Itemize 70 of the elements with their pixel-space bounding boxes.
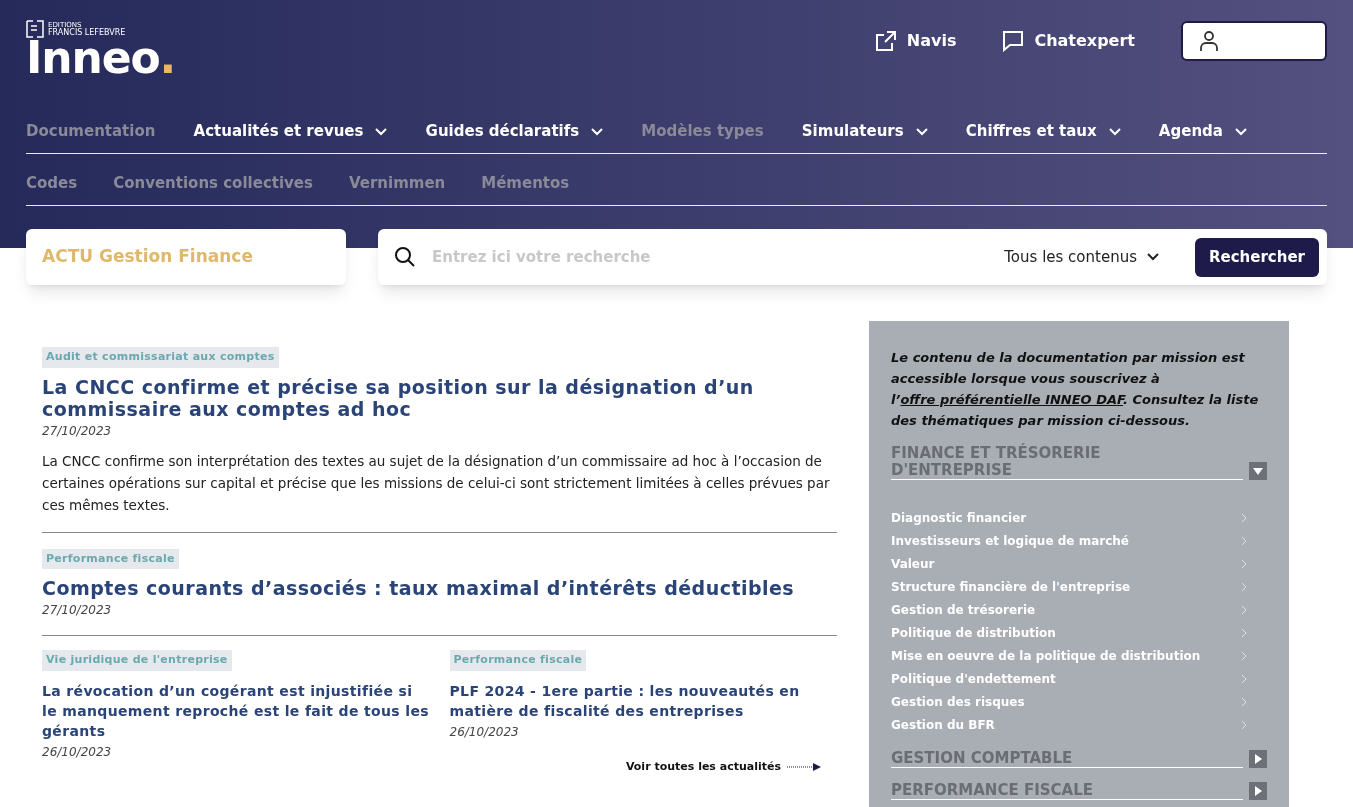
nav-item[interactable]: Simulateurs xyxy=(801,120,928,143)
search-icon xyxy=(394,246,416,268)
chevron-right-icon xyxy=(1241,512,1247,523)
chevron-right-icon xyxy=(1241,650,1247,661)
expand-toggle[interactable] xyxy=(1249,782,1267,800)
top-link[interactable]: Navis xyxy=(874,29,957,53)
offer-link[interactable]: offre préférentielle INNEO DAF xyxy=(900,392,1124,407)
chevron-down-icon xyxy=(591,127,604,136)
chevron-down-icon xyxy=(915,127,928,136)
mission-item[interactable]: Valeur xyxy=(891,552,1267,575)
mission-item[interactable]: Politique de distribution xyxy=(891,621,1267,644)
article-date: 27/10/2023 xyxy=(42,422,113,440)
triangle-right-icon xyxy=(1254,754,1262,764)
chevron-right-icon xyxy=(1241,535,1247,546)
collapse-toggle[interactable] xyxy=(1249,462,1267,480)
article-title[interactable]: Comptes courants d’associés : taux maximal d’intérêts déductibles xyxy=(42,577,837,599)
mission-item[interactable]: Gestion du BFR xyxy=(891,713,1267,736)
chevron-right-icon xyxy=(1241,627,1247,638)
nav-item[interactable]: Agenda xyxy=(1158,120,1247,143)
article-summary: La CNCC confirme son interprétation des textes au sujet de la désignation d’un commissaire ad hoc à l’occasion de certaines opérations sur capital et précise que les missions de celui-ci sont strictement limitées à celles prévues par ces mêmes textes. xyxy=(42,451,831,515)
publisher-logo-icon xyxy=(26,20,44,38)
mission-item[interactable]: Investisseurs et logique de marché xyxy=(891,529,1267,552)
category-tag[interactable]: Performance fiscale xyxy=(449,650,587,671)
section-title: ACTU Gestion Finance xyxy=(42,245,253,269)
search-button[interactable]: Rechercher xyxy=(1195,237,1319,277)
nav-item[interactable]: Guides déclaratifs xyxy=(425,120,604,143)
category-tag[interactable]: Performance fiscale xyxy=(42,548,179,569)
article-date: 26/10/2023 xyxy=(42,743,113,761)
triangle-right-icon xyxy=(1254,786,1262,796)
article-date: 26/10/2023 xyxy=(449,723,520,741)
chevron-down-icon xyxy=(1108,127,1121,136)
external-link-icon xyxy=(874,30,897,52)
chevron-right-icon xyxy=(1241,558,1247,569)
top-link[interactable]: Chatexpert xyxy=(1002,29,1135,53)
chat-bubble-icon xyxy=(1002,30,1025,52)
chevron-down-icon xyxy=(1147,253,1159,261)
content-scope-dropdown[interactable]: Tous les contenus xyxy=(1004,245,1159,269)
triangle-down-icon xyxy=(1253,467,1263,475)
mission-item[interactable]: Politique d'endettement xyxy=(891,667,1267,690)
category-tag[interactable]: Audit et commissariat aux comptes xyxy=(42,347,279,368)
mission-item[interactable]: Structure financière de l'entreprise xyxy=(891,575,1267,598)
chevron-right-icon xyxy=(1241,604,1247,615)
inneo-logo[interactable]: Inneo. xyxy=(26,36,176,80)
nav-item[interactable]: Actualités et revues xyxy=(193,120,388,143)
section-heading[interactable]: PERFORMANCE FISCALE xyxy=(891,782,1243,800)
chevron-right-icon xyxy=(1241,673,1247,684)
see-all-link[interactable]: Voir toutes les actualités xyxy=(625,758,821,775)
mission-item[interactable]: Diagnostic financier xyxy=(891,506,1267,529)
mission-item[interactable]: Gestion des risques xyxy=(891,690,1267,713)
publisher-name: FRANCIS LEFEBVRE xyxy=(48,28,126,37)
nav-item[interactable]: Chiffres et taux xyxy=(965,120,1121,143)
section-heading[interactable]: GESTION COMPTABLE xyxy=(891,750,1243,768)
user-icon xyxy=(1199,30,1219,52)
chevron-right-icon xyxy=(1241,719,1247,730)
section-heading[interactable]: FINANCE ET TRÉSORERIE D'ENTREPRISE xyxy=(891,445,1243,480)
expand-toggle[interactable] xyxy=(1249,750,1267,768)
chevron-right-icon xyxy=(1241,581,1247,592)
article-title[interactable]: PLF 2024 - 1ere partie : les nouveautés en matière de fiscalité des entreprises xyxy=(449,680,837,721)
chevron-right-icon xyxy=(1241,696,1247,707)
chevron-down-icon xyxy=(375,127,388,136)
mission-item[interactable]: Mise en oeuvre de la politique de distribution xyxy=(891,644,1267,667)
article-title[interactable]: La révocation d’un cogérant est injustifiée si le manquement reproché est le fait de tous les gérants xyxy=(42,680,430,741)
account-button[interactable] xyxy=(1181,21,1327,61)
article-title[interactable]: La CNCC confirme et précise sa position sur la désignation d’un commissaire aux comptes ad hoc xyxy=(42,375,837,420)
dotted-arrow-icon xyxy=(787,762,821,771)
category-tag[interactable]: Vie juridique de l'entreprise xyxy=(42,650,232,671)
mission-item[interactable]: Gestion de trésorerie xyxy=(891,598,1267,621)
article-date: 27/10/2023 xyxy=(42,602,113,619)
sidebar-intro: Le contenu de la documentation par mission est accessible lorsque vous souscrivez à l’offre préférentielle INNEO DAF. Consultez la liste des thématiques par mission ci-dessous. xyxy=(891,349,1260,430)
chevron-down-icon xyxy=(1234,127,1247,136)
